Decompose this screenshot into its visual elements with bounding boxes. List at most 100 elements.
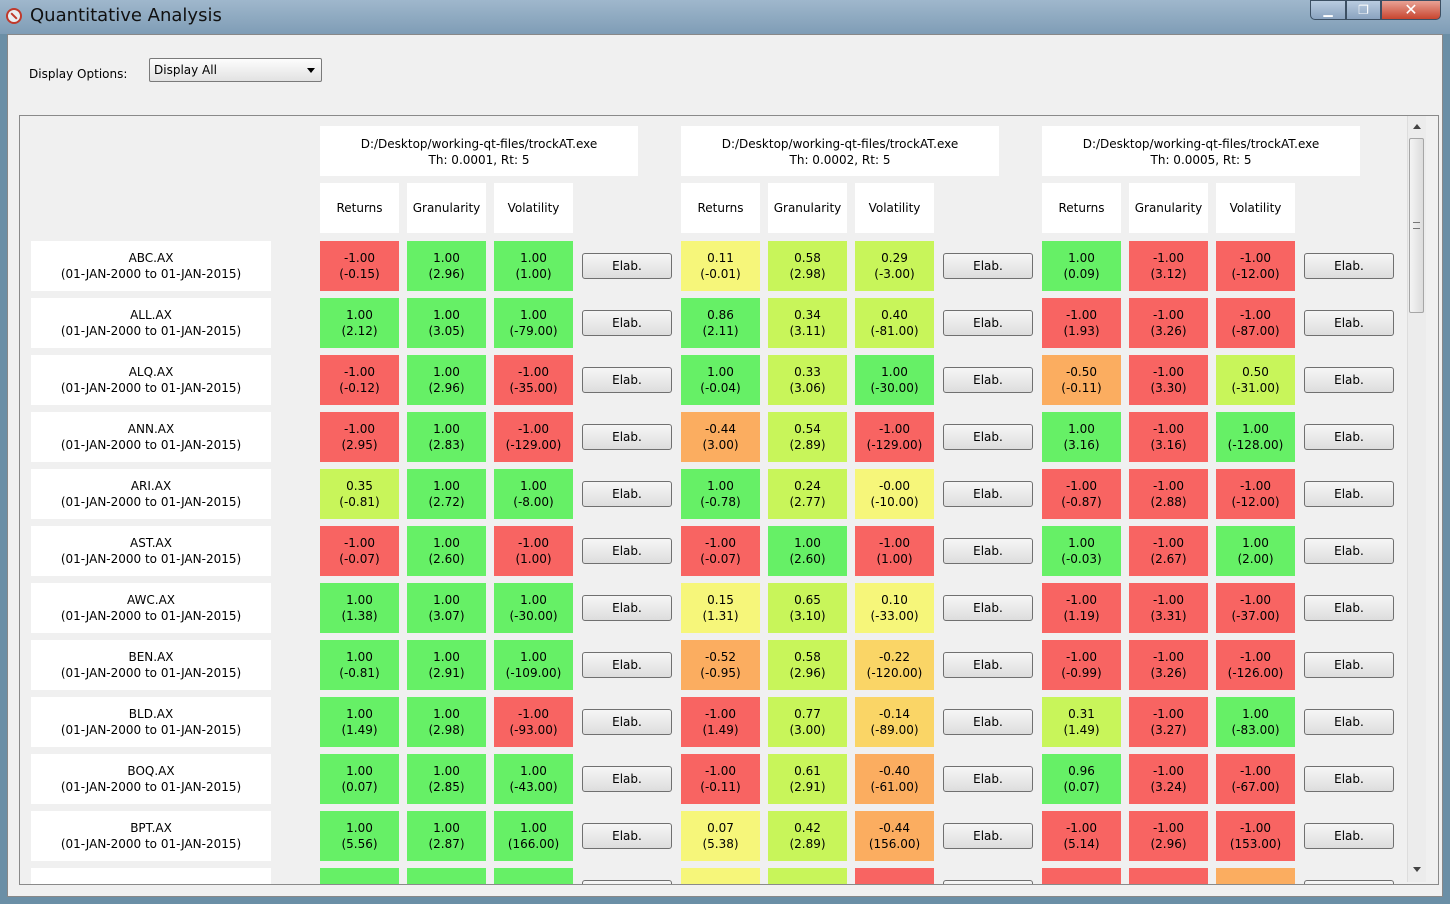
- score-value: -1.00: [343, 365, 376, 379]
- elab-button[interactable]: Elab.: [1304, 709, 1394, 735]
- elab-button[interactable]: Elab.: [943, 424, 1033, 450]
- score-sub-value: (-83.00): [1231, 723, 1280, 737]
- score-cell: -1.00 (-126.00): [1216, 640, 1295, 690]
- score-sub-value: (-37.00): [1231, 609, 1280, 623]
- window-title: Quantitative Analysis: [30, 5, 222, 26]
- scroll-up-arrow-icon[interactable]: [1408, 118, 1426, 134]
- score-value: 0.58: [794, 650, 821, 664]
- elab-button[interactable]: Elab.: [582, 766, 672, 792]
- elab-button[interactable]: Elab.: [1304, 253, 1394, 279]
- score-cell: -1.00 (2.88): [1129, 469, 1208, 519]
- elab-button[interactable]: Elab.: [1304, 424, 1394, 450]
- score-cell: -1.00 (1.49): [681, 697, 760, 747]
- score-sub-value: (3.31): [1150, 609, 1187, 623]
- score-sub-value: (2.96): [428, 381, 465, 395]
- elab-button[interactable]: [943, 880, 1033, 884]
- score-cell: 1.00 (-109.00): [494, 640, 573, 690]
- elab-button[interactable]: Elab.: [1304, 310, 1394, 336]
- elab-button[interactable]: Elab.: [1304, 481, 1394, 507]
- score-value: 1.00: [433, 251, 460, 265]
- score-cell: -0.44 (3.00): [681, 412, 760, 462]
- elab-button[interactable]: Elab.: [582, 253, 672, 279]
- score-sub-value: (2.83): [428, 438, 465, 452]
- elab-button[interactable]: Elab.: [943, 709, 1033, 735]
- score-sub-value: (-93.00): [509, 723, 558, 737]
- elab-button[interactable]: Elab.: [943, 652, 1033, 678]
- elab-button[interactable]: [582, 880, 672, 884]
- elab-button[interactable]: Elab.: [582, 652, 672, 678]
- score-sub-value: (156.00): [868, 837, 921, 851]
- score-cell: -1.00 (2.67): [1129, 526, 1208, 576]
- score-value: -1.00: [1152, 422, 1185, 436]
- vertical-scrollbar[interactable]: [1407, 116, 1426, 882]
- score-cell: 0.42 (2.89): [768, 811, 847, 861]
- column-header: Volatility: [855, 183, 934, 233]
- close-button[interactable]: ✕: [1381, 0, 1441, 20]
- elab-button[interactable]: Elab.: [582, 367, 672, 393]
- score-cell: -0.50 (-0.11): [1042, 355, 1121, 405]
- elab-button[interactable]: Elab.: [943, 367, 1033, 393]
- elab-button[interactable]: Elab.: [1304, 823, 1394, 849]
- score-sub-value: (2.11): [702, 324, 739, 338]
- score-value: 0.35: [346, 479, 373, 493]
- score-value: -0.44: [704, 422, 737, 436]
- score-cell: 1.00 (2.83): [407, 412, 486, 462]
- elab-button[interactable]: Elab.: [943, 766, 1033, 792]
- elab-button[interactable]: Elab.: [582, 310, 672, 336]
- score-value: -0.14: [878, 707, 911, 721]
- elab-button[interactable]: Elab.: [943, 481, 1033, 507]
- scroll-down-arrow-icon[interactable]: [1408, 862, 1426, 878]
- score-cell: -1.00 (-0.15): [320, 241, 399, 291]
- score-value: 1.00: [794, 536, 821, 550]
- elab-button[interactable]: Elab.: [1304, 538, 1394, 564]
- elab-button[interactable]: Elab.: [1304, 766, 1394, 792]
- elab-button[interactable]: Elab.: [943, 538, 1033, 564]
- maximize-button[interactable]: ❐: [1346, 0, 1381, 20]
- score-value: 1.00: [433, 821, 460, 835]
- score-cell: 0.65 (3.10): [768, 583, 847, 633]
- elab-button[interactable]: Elab.: [1304, 595, 1394, 621]
- score-sub-value: (-0.81): [339, 666, 380, 680]
- elab-button[interactable]: Elab.: [943, 310, 1033, 336]
- score-cell: 1.00 (2.96): [407, 355, 486, 405]
- display-options-select[interactable]: Display All: [149, 58, 322, 82]
- score-cell: 1.00 (0.07): [320, 754, 399, 804]
- elab-button[interactable]: Elab.: [582, 823, 672, 849]
- score-value: 1.00: [433, 707, 460, 721]
- score-cell: 0.11 (-0.01): [681, 241, 760, 291]
- elab-button[interactable]: Elab.: [582, 424, 672, 450]
- score-value: -1.00: [1152, 479, 1185, 493]
- elab-button[interactable]: Elab.: [1304, 367, 1394, 393]
- score-sub-value: (2.98): [789, 267, 826, 281]
- minimize-button[interactable]: ▁: [1310, 0, 1346, 20]
- elab-button[interactable]: Elab.: [943, 253, 1033, 279]
- elab-button[interactable]: Elab.: [943, 595, 1033, 621]
- results-grid: D:/Desktop/working-qt-files/trockAT.exe T…: [19, 115, 1439, 885]
- row-ticker: ABC.AX: [128, 251, 174, 265]
- score-sub-value: (1.93): [1063, 324, 1100, 338]
- score-value: -1.00: [878, 536, 911, 550]
- score-sub-value: (3.06): [789, 381, 826, 395]
- score-cell: 0.77 (3.00): [768, 697, 847, 747]
- elab-button[interactable]: Elab.: [1304, 652, 1394, 678]
- row-label: AWC.AX (01-JAN-2000 to 01-JAN-2015): [31, 583, 271, 633]
- elab-button[interactable]: Elab.: [582, 481, 672, 507]
- score-cell: -1.00 (-0.87): [1042, 469, 1121, 519]
- score-value: 1.00: [346, 821, 373, 835]
- score-sub-value: (1.19): [1063, 609, 1100, 623]
- elab-button[interactable]: Elab.: [943, 823, 1033, 849]
- score-value: 0.34: [794, 308, 821, 322]
- score-sub-value: (-0.03): [1061, 552, 1102, 566]
- score-value: 1.00: [881, 365, 908, 379]
- score-value: 0.29: [881, 251, 908, 265]
- elab-button[interactable]: Elab.: [582, 709, 672, 735]
- score-value: -1.00: [1152, 251, 1185, 265]
- elab-button[interactable]: Elab.: [582, 595, 672, 621]
- elab-button[interactable]: [1304, 880, 1394, 884]
- score-cell: 1.00 (5.56): [320, 811, 399, 861]
- score-cell: -1.00 (-0.07): [681, 526, 760, 576]
- score-value: -1.00: [517, 422, 550, 436]
- elab-button[interactable]: Elab.: [582, 538, 672, 564]
- scrollbar-thumb[interactable]: [1409, 138, 1424, 313]
- score-value: 1.00: [433, 764, 460, 778]
